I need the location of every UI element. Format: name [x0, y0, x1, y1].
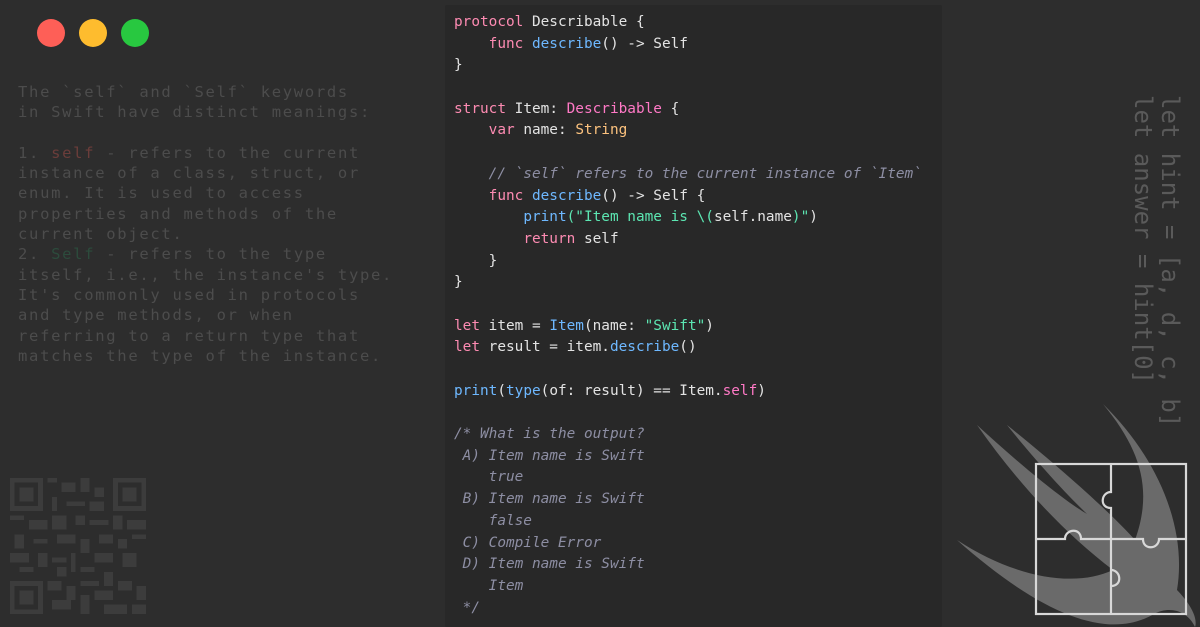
code-line: D) Item name is Swift [454, 554, 922, 576]
code-editor-panel: protocol Describable { func describe() -… [445, 5, 942, 627]
close-button[interactable] [37, 19, 65, 47]
item2-number: 2. [18, 245, 52, 264]
explanation-intro: The `self` and `Self` keywords in Swift … [18, 83, 372, 122]
argument-label: (name: [583, 317, 645, 334]
code-line: func describe() -> Self [454, 34, 922, 56]
keyword: let [454, 339, 480, 356]
code-line: } [454, 251, 922, 273]
code-line: B) Item name is Swift [454, 489, 922, 511]
keyword: var [488, 122, 515, 139]
minimize-button[interactable] [79, 19, 107, 47]
code-line: print("Item name is \(self.name)") [454, 207, 922, 229]
property-decl: name: [514, 122, 576, 139]
code-comment: // `self` refers to the current instance… [488, 165, 922, 182]
answer-line: let answer = hint[0] [1129, 95, 1157, 384]
variable-decl: item = [480, 317, 550, 334]
item1-number: 1. [18, 143, 52, 162]
code-line: } [454, 272, 922, 294]
string-literal: ("Item name is [566, 209, 697, 226]
self-keyword: self [722, 382, 758, 399]
swift-logo-icon [957, 404, 1196, 627]
option-a: A) Item name is Swift [454, 447, 645, 464]
colon: : [549, 100, 567, 117]
code-line: let result = item.describe() [454, 337, 922, 359]
zoom-button[interactable] [121, 19, 149, 47]
brace: } [488, 252, 498, 269]
explanation-text: The `self` and `Self` keywords in Swift … [18, 82, 391, 366]
code-block: protocol Describable { func describe() -… [454, 12, 922, 619]
code-line: A) Item name is Swift [454, 446, 922, 468]
code-line: Item [454, 576, 922, 598]
self-keyword: self [51, 143, 96, 162]
option-c: C) Compile Error [454, 534, 602, 551]
code-line: print(type(of: result) == Item.self) [454, 382, 766, 399]
keyword: func [488, 35, 524, 52]
code-line: // `self` refers to the current instance… [454, 164, 922, 186]
code-line: false [454, 511, 922, 533]
option-b: false [454, 512, 532, 529]
string-literal: "Swift" [644, 317, 706, 334]
protocol-conformance: Describable [566, 100, 662, 117]
code-line: let item = Item(name: "Swift") [454, 316, 922, 338]
function-call: print [454, 382, 498, 399]
hint-line: let hint = [a, d, c, b] [1156, 95, 1184, 428]
keyword: let [454, 317, 480, 334]
string-literal: )" [791, 209, 810, 226]
function-name: describe [531, 35, 602, 52]
function-name: describe [531, 187, 602, 204]
qr-code-icon [10, 478, 146, 614]
signature: () -> Self { [601, 187, 706, 204]
function-call: describe [609, 339, 680, 356]
option-a: true [454, 469, 524, 486]
expression: (of: result) == Item. [540, 382, 723, 399]
self-keyword: self [713, 209, 749, 226]
return-value: self [575, 230, 619, 247]
keyword: struct [454, 100, 506, 117]
paren: ) [757, 382, 766, 399]
code-line: } [454, 55, 922, 77]
type-name: String [575, 122, 628, 139]
Self-keyword: Self [51, 245, 96, 264]
interpolation: \( [696, 209, 714, 226]
code-line: var name: String [454, 120, 922, 142]
code-line: /* What is the output? [454, 424, 922, 446]
brace: { [627, 14, 645, 30]
brace: { [661, 100, 680, 117]
option-d: D) Item name is Swift [454, 556, 645, 573]
hint-vertical-text: let hint = [a, d, c, b] let answer = hint… [1129, 95, 1184, 428]
option-b: B) Item name is Swift [454, 491, 645, 508]
initializer: Item [549, 317, 584, 334]
window-controls [37, 19, 149, 47]
code-line: protocol Describable { [454, 12, 922, 34]
code-line: C) Compile Error [454, 533, 922, 555]
variable-decl: result = item. [480, 339, 610, 356]
keyword: protocol [454, 14, 524, 30]
paren: ) [809, 209, 818, 226]
brace: } [454, 57, 463, 74]
keyword: func [488, 187, 524, 204]
code-line: return self [454, 229, 922, 251]
function-call: print [523, 209, 567, 226]
question-comment: /* What is the output? [454, 426, 645, 443]
code-line: func describe() -> Self { [454, 186, 922, 208]
signature: () -> Self [601, 35, 688, 52]
option-d: Item [454, 577, 524, 594]
struct-name: Item [514, 100, 550, 117]
comment-end: */ [454, 599, 480, 616]
member-access: .name [748, 209, 792, 226]
brace: } [454, 274, 463, 291]
code-line: */ [454, 598, 922, 620]
protocol-name: Describable [531, 14, 628, 30]
code-line: struct Item: Describable { [454, 99, 922, 121]
code-line: true [454, 467, 922, 489]
paren: ) [705, 317, 714, 334]
function-call: type [506, 382, 541, 399]
keyword: return [523, 230, 576, 247]
paren: () [679, 339, 697, 356]
